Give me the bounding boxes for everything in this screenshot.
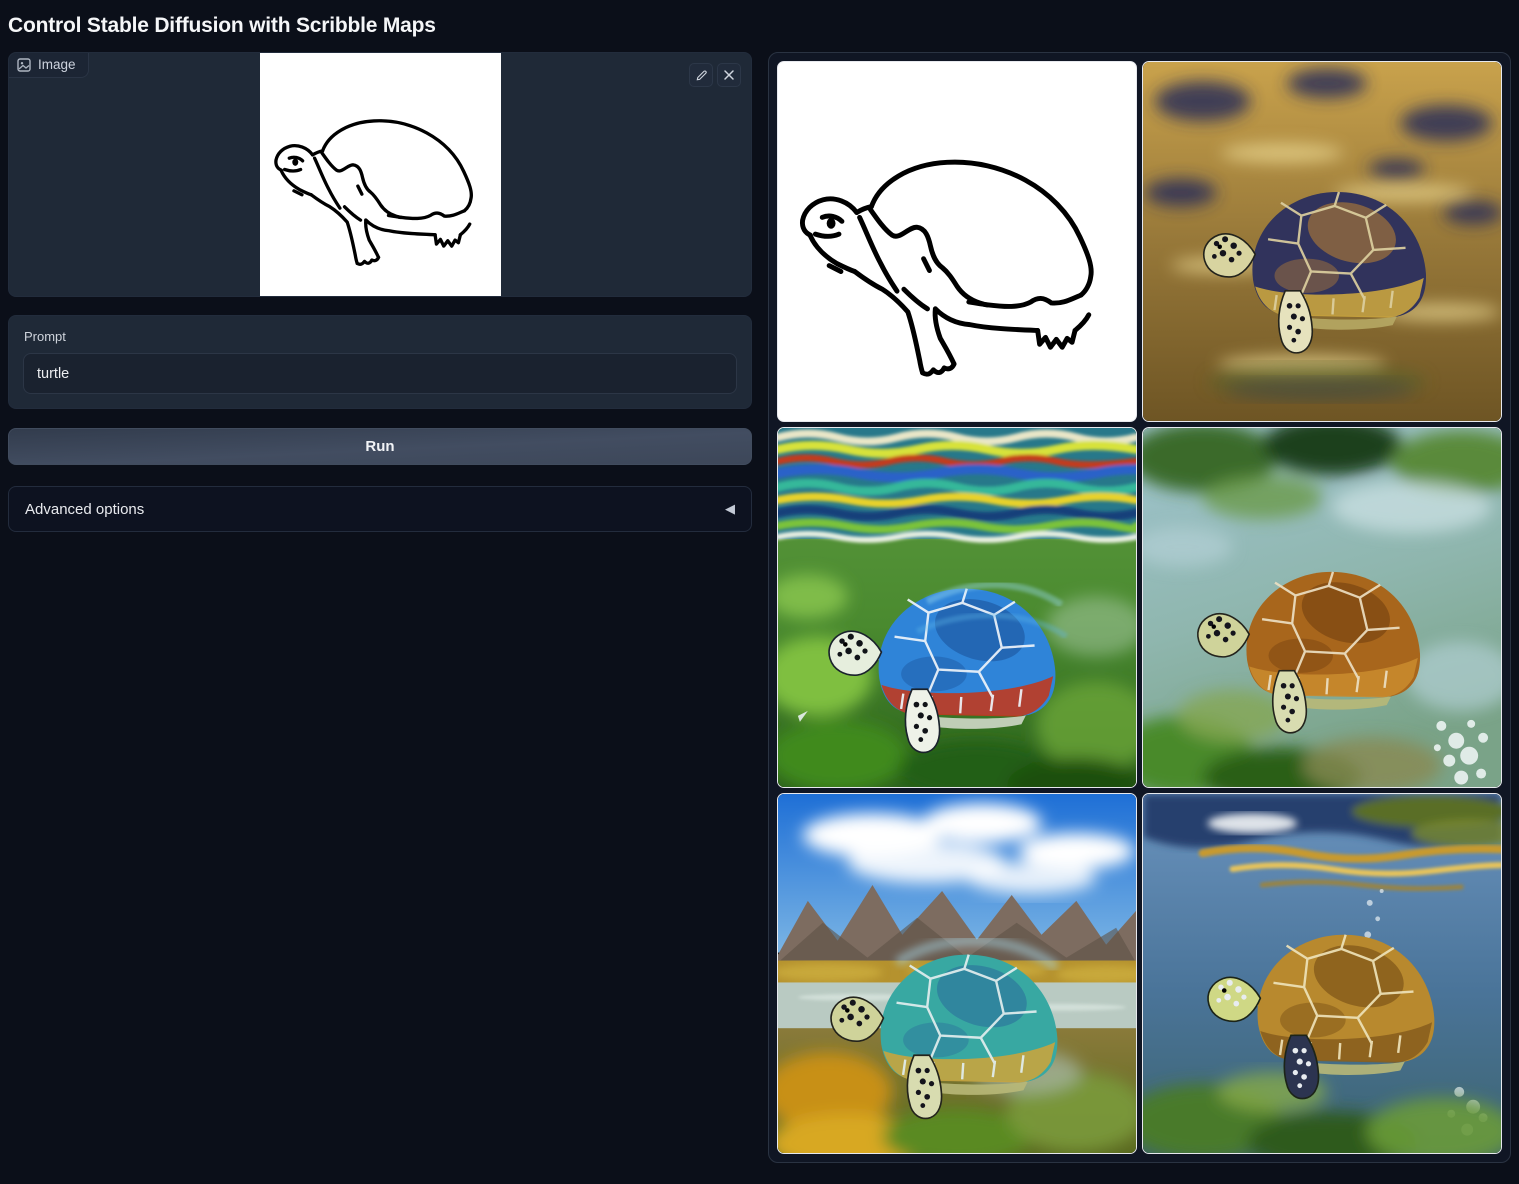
gallery-image-underwater (1143, 794, 1501, 1153)
input-column: Image (8, 52, 752, 532)
gallery-item-brown-shell[interactable] (1142, 427, 1502, 788)
gallery-item-mountain-lake[interactable] (777, 793, 1137, 1154)
prompt-input[interactable] (23, 353, 737, 394)
advanced-options-accordion[interactable]: Advanced options ◀ (8, 486, 752, 532)
image-input-panel[interactable]: Image (8, 52, 752, 297)
gallery-item-golden-water[interactable] (1142, 61, 1502, 422)
gallery-image-blue-shell (778, 428, 1136, 787)
gallery-image-scribble (778, 62, 1136, 421)
image-input-label: Image (38, 57, 76, 72)
gallery-item-blue-shell[interactable] (777, 427, 1137, 788)
scribble-turtle-drawing (260, 53, 501, 296)
main-columns: Image (8, 52, 1511, 1163)
image-icon (17, 58, 31, 72)
clear-image-button[interactable] (717, 63, 741, 87)
gallery-image-brown-shell (1143, 428, 1501, 787)
pencil-icon (695, 69, 708, 82)
gallery-image-golden-water (1143, 62, 1501, 421)
output-column (768, 52, 1511, 1163)
image-input-badge: Image (9, 53, 89, 78)
run-button[interactable]: Run (8, 428, 752, 465)
prompt-panel: Prompt (8, 315, 752, 409)
accordion-collapse-icon: ◀ (725, 501, 735, 517)
gallery-image-mountain-lake (778, 794, 1136, 1153)
output-gallery (768, 52, 1511, 1163)
prompt-label: Prompt (24, 329, 737, 344)
edit-image-button[interactable] (689, 63, 713, 87)
gallery-item-underwater[interactable] (1142, 793, 1502, 1154)
image-toolbar (689, 63, 741, 87)
close-icon (723, 69, 735, 81)
advanced-options-label: Advanced options (25, 501, 144, 518)
gallery-item-scribble[interactable] (777, 61, 1137, 422)
page-title: Control Stable Diffusion with Scribble M… (8, 14, 1511, 38)
scribble-input-image[interactable] (260, 53, 501, 296)
app-page: Control Stable Diffusion with Scribble M… (0, 0, 1519, 1171)
